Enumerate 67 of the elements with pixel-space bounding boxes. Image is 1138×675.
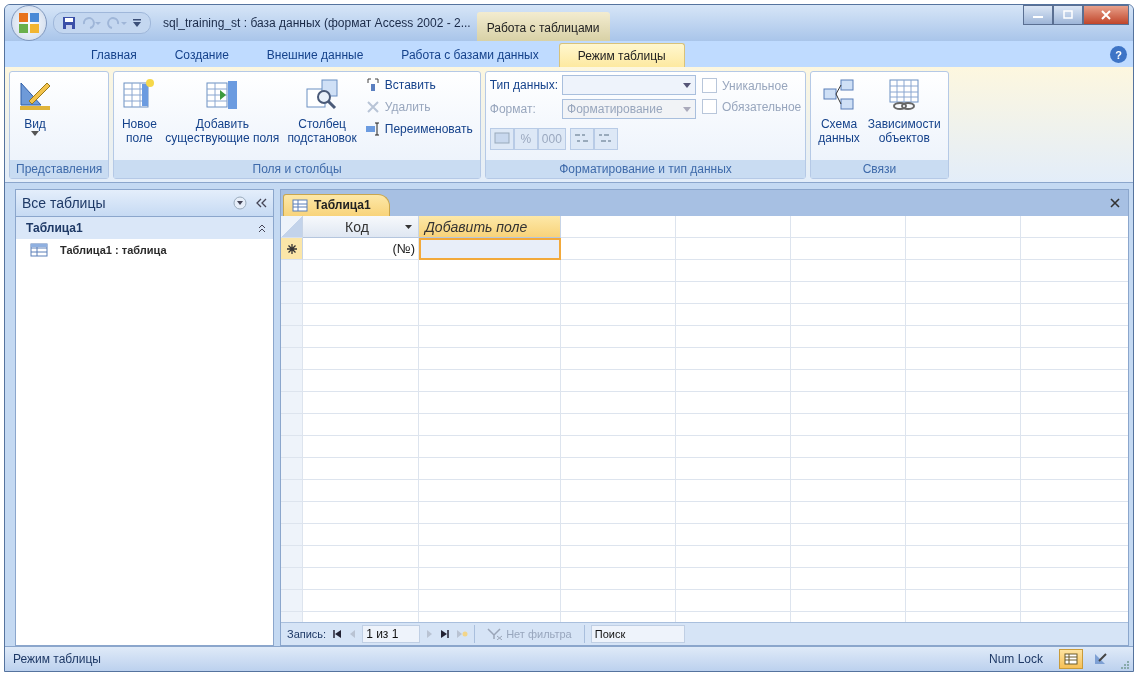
caret-icon	[683, 82, 691, 88]
num-lock-indicator: Num Lock	[988, 652, 1043, 666]
group-title: Связи	[811, 160, 948, 178]
office-button[interactable]	[11, 5, 47, 41]
save-icon[interactable]	[62, 16, 76, 30]
caret-icon	[683, 106, 691, 112]
collapse-chevron-icon	[257, 223, 267, 233]
minimize-button[interactable]	[1023, 5, 1053, 25]
group-title: Представления	[10, 160, 109, 178]
nav-group-header[interactable]: Таблица1	[16, 217, 273, 239]
ribbon-button[interactable]: Столбец подстановок	[284, 75, 360, 147]
last-record-icon[interactable]	[440, 629, 451, 639]
format-label: Формат:	[489, 102, 537, 116]
document-tab[interactable]: Таблица1	[283, 194, 390, 216]
group-title: Поля и столбцы	[114, 160, 480, 178]
group-title: Форматирование и тип данных	[485, 160, 806, 178]
status-text: Режим таблицы	[13, 652, 101, 666]
maximize-button[interactable]	[1053, 5, 1083, 25]
ribbon-button[interactable]: Зависимости объектов	[864, 75, 944, 147]
search-field[interactable]: Поиск	[590, 625, 685, 643]
ribbon-tab[interactable]: Внешние данные	[248, 43, 382, 67]
window-title: sql_training_st : база данных (формат Access 2002 - 2...	[163, 16, 471, 30]
rename-icon	[364, 121, 381, 137]
ribbon-tab[interactable]: Работа с базами данных	[383, 43, 557, 67]
ribbon-button[interactable]: Новое поле	[118, 75, 161, 147]
first-record-icon[interactable]	[332, 629, 343, 639]
relationship-diagram-icon	[821, 77, 857, 113]
nav-item[interactable]: Таблица1 : таблица	[16, 239, 273, 261]
new-record-selector[interactable]	[281, 238, 303, 260]
table-icon	[292, 198, 308, 212]
column-header[interactable]: Код	[303, 216, 419, 238]
decrease-decimals-button[interactable]	[593, 128, 618, 150]
record-label: Запись:	[287, 628, 327, 640]
ribbon-button[interactable]: Схема данных	[815, 75, 863, 147]
caret-icon	[405, 224, 412, 229]
filter-icon	[487, 628, 504, 640]
view-button[interactable]: Вид	[14, 75, 56, 138]
office-logo-icon	[16, 10, 42, 36]
maximize-icon	[1062, 10, 1074, 20]
ribbon-tab[interactable]: Режим таблицы	[558, 43, 685, 67]
table-cell[interactable]	[419, 238, 561, 260]
collapse-pane-icon[interactable]	[255, 198, 267, 208]
dropdown-icon[interactable]	[233, 196, 247, 210]
ribbon-tab[interactable]: Создание	[156, 43, 247, 67]
customize-caret-icon[interactable]	[132, 18, 142, 28]
ribbon-button[interactable]: Вставить	[361, 75, 476, 95]
close-button[interactable]	[1083, 5, 1129, 25]
delete-icon	[364, 99, 381, 115]
close-icon[interactable]	[1110, 198, 1120, 208]
close-icon	[1100, 10, 1112, 20]
banknote-icon	[493, 130, 510, 145]
help-button[interactable]: ?	[1110, 46, 1127, 63]
table-icon	[30, 243, 48, 257]
table-icon	[1064, 653, 1078, 665]
ribbon-button[interactable]: Добавить существующие поля	[162, 75, 283, 147]
insert-column-icon	[364, 77, 381, 93]
column-header[interactable]: Добавить поле	[419, 216, 561, 238]
increase-decimals-button[interactable]	[569, 128, 594, 150]
ribbon-tab[interactable]: Главная	[73, 43, 155, 67]
new-record-icon	[286, 243, 297, 254]
context-tab-label: Работа с таблицами	[476, 12, 610, 41]
datasheet-view-button[interactable]	[1059, 649, 1083, 669]
record-position-field[interactable]: 1 из 1	[362, 625, 421, 643]
ribbon-button[interactable]: Переименовать	[361, 119, 476, 139]
ruler-pencil-icon	[1094, 653, 1108, 665]
resize-grip-icon[interactable]	[1119, 659, 1129, 669]
data-type-label: Тип данных:	[489, 78, 558, 92]
